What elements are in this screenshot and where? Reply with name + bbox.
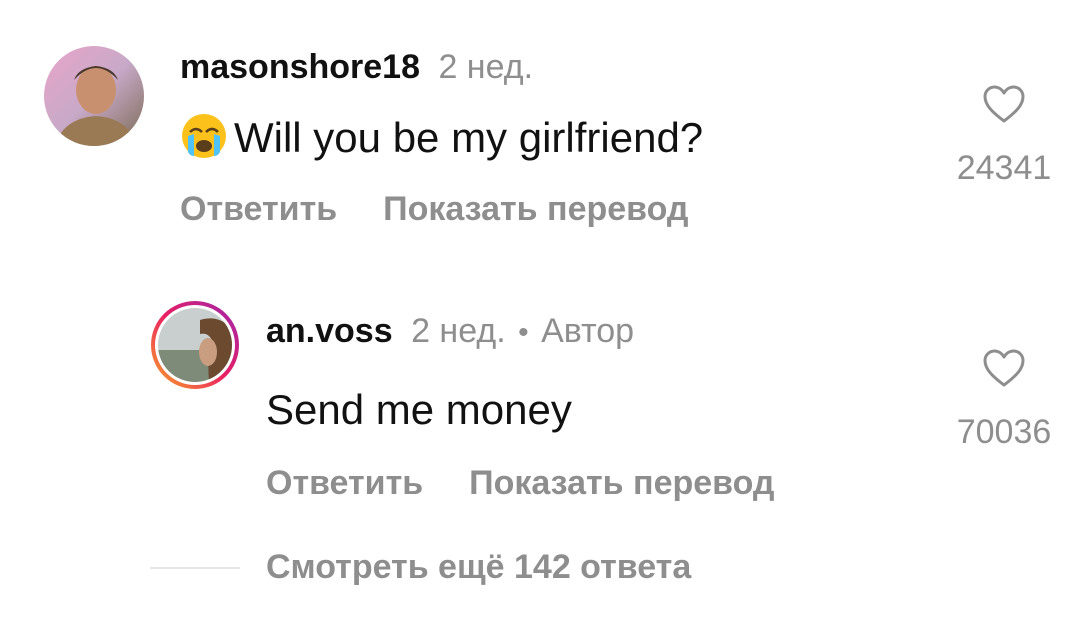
separator-dot: • — [518, 316, 529, 349]
comment-timestamp: 2 нед. — [411, 312, 506, 350]
avatar-story-ring[interactable] — [150, 300, 240, 390]
show-translation-button[interactable]: Показать перевод — [469, 464, 774, 502]
comment-username[interactable]: masonshore18 — [180, 48, 420, 86]
like-count: 24341 — [956, 149, 1052, 187]
like-control: 70036 — [944, 348, 1064, 452]
like-count: 70036 — [956, 413, 1052, 451]
like-control: 24341 — [944, 84, 1064, 188]
replies-divider-line — [150, 567, 240, 569]
comment-timestamp: 2 нед. — [438, 48, 534, 86]
author-badge: Автор — [541, 312, 635, 350]
crying-face-emoji-icon — [180, 112, 228, 170]
comment-username[interactable]: an.voss — [266, 312, 393, 350]
comment-text: Send me money — [266, 386, 572, 433]
reply-button[interactable]: Ответить — [266, 464, 423, 502]
avatar[interactable] — [44, 46, 144, 146]
heart-outline-icon[interactable] — [944, 84, 1064, 129]
reply-button[interactable]: Ответить — [180, 190, 337, 228]
comment-text: Will you be my girlfriend? — [234, 114, 704, 161]
heart-outline-icon[interactable] — [944, 348, 1064, 393]
view-more-replies-button[interactable]: Смотреть ещё 142 ответа — [266, 548, 691, 587]
show-translation-button[interactable]: Показать перевод — [383, 190, 688, 228]
